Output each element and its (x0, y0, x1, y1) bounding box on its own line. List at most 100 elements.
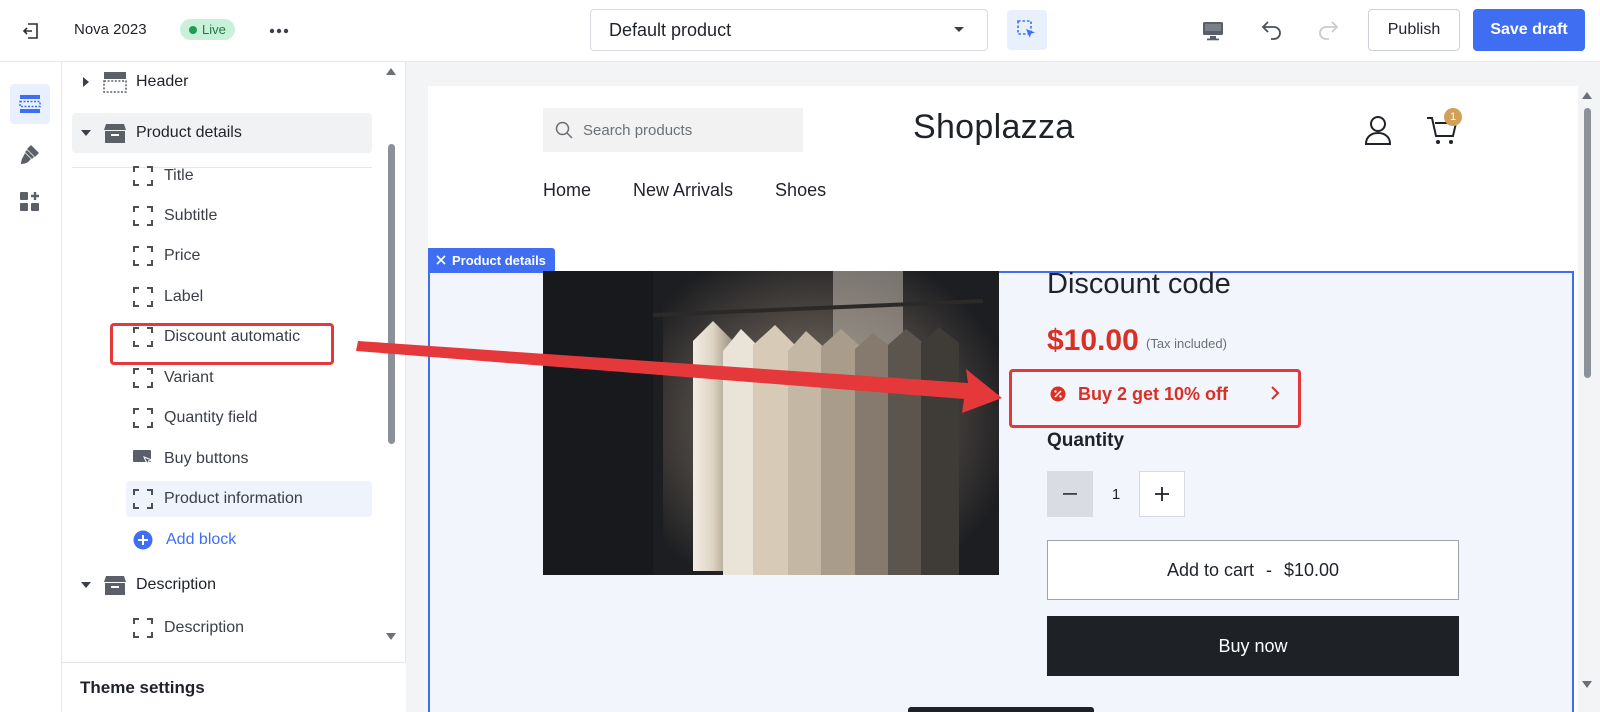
user-icon[interactable] (1363, 114, 1393, 146)
close-icon[interactable] (436, 255, 446, 265)
redo-icon (1316, 18, 1340, 42)
inspect-icon (1016, 19, 1038, 41)
block-icon (132, 245, 154, 267)
block-icon (132, 488, 154, 510)
block-icon (132, 617, 154, 639)
quantity-increase-button[interactable] (1139, 471, 1185, 517)
nav-item-home[interactable]: Home (543, 180, 591, 201)
template-select[interactable]: Default product (590, 9, 988, 51)
description-section-icon (102, 574, 128, 596)
more-icon (269, 28, 289, 34)
block-label: Buy buttons (164, 450, 249, 467)
section-description[interactable]: Description (72, 565, 372, 605)
scroll-up-icon[interactable] (384, 66, 398, 76)
section-header[interactable]: Header (72, 62, 372, 102)
sidebar-scroll-thumb[interactable] (388, 144, 395, 444)
add-to-cart-separator: - (1265, 559, 1272, 580)
scroll-down-icon[interactable] (384, 632, 398, 642)
search-input[interactable]: Search products (543, 108, 803, 152)
undo-button[interactable] (1257, 15, 1287, 45)
live-dot (189, 25, 197, 34)
sidebar-scrollbar[interactable] (384, 66, 398, 656)
block-label[interactable]: Label (126, 279, 372, 315)
add-block-label: Add block (166, 531, 237, 548)
save-draft-button[interactable]: Save draft (1473, 9, 1585, 51)
block-subtitle[interactable]: Subtitle (126, 198, 372, 234)
add-to-cart-price: $10.00 (1283, 559, 1340, 580)
rail-theme-button[interactable] (10, 134, 50, 174)
block-label: Subtitle (164, 207, 218, 224)
quantity-input[interactable]: 1 (1093, 471, 1139, 517)
undo-icon (1260, 18, 1284, 42)
block-icon (132, 367, 154, 389)
canvas-scroll-thumb[interactable] (1584, 108, 1591, 378)
main-nav: Home New Arrivals Shoes (543, 180, 826, 201)
canvas-scrollbar[interactable] (1580, 86, 1594, 712)
header-section-icon (102, 71, 128, 93)
block-description[interactable]: Description (126, 610, 372, 646)
plus-circle-icon (132, 529, 154, 551)
scroll-up-icon[interactable] (1580, 90, 1594, 100)
product-price: $10.00 (1047, 324, 1139, 357)
block-label: Title (164, 167, 194, 184)
exit-icon (21, 21, 41, 41)
add-to-cart-button[interactable]: Add to cart - $10.00 (1047, 540, 1459, 600)
block-price[interactable]: Price (126, 238, 372, 274)
block-buy-buttons[interactable]: Buy buttons (126, 441, 372, 477)
sections-icon (19, 94, 41, 114)
section-label: Product details (136, 124, 242, 141)
nav-item-shoes[interactable]: Shoes (775, 180, 826, 201)
add-block-button[interactable]: Add block (126, 522, 372, 558)
more-button[interactable] (266, 18, 292, 44)
redo-button[interactable] (1313, 15, 1343, 45)
inspect-button[interactable] (1007, 10, 1047, 50)
template-select-value: Default product (609, 19, 732, 40)
plus-icon (1155, 487, 1169, 501)
sections-sidebar: Header Product details Title Subtitle Pr… (62, 62, 406, 712)
cart-count-badge: 1 (1444, 108, 1462, 126)
chevron-down-icon[interactable] (76, 129, 96, 137)
block-quantity-field[interactable]: Quantity field (126, 400, 372, 436)
buy-buttons-icon (132, 448, 154, 470)
chevron-down-icon[interactable] (76, 581, 96, 589)
minus-icon (1063, 493, 1077, 495)
theme-settings-bar[interactable]: Theme settings (62, 662, 406, 712)
status-badge-label: Live (202, 22, 226, 37)
store-name: Nova 2023 (74, 21, 147, 38)
block-icon (132, 407, 154, 429)
publish-button[interactable]: Publish (1368, 9, 1460, 51)
section-product-details[interactable]: Product details (72, 113, 372, 153)
section-label: Description (136, 576, 217, 593)
status-badge: Live (180, 19, 235, 40)
block-product-information[interactable]: Product information (126, 481, 372, 517)
block-label-text: Label (164, 288, 204, 305)
device-preview-button[interactable] (1198, 16, 1228, 46)
exit-button[interactable] (18, 18, 44, 44)
buy-now-button[interactable]: Buy now (1047, 616, 1459, 676)
block-label: Description (164, 619, 245, 636)
tax-note: (Tax included) (1146, 336, 1227, 351)
block-icon (132, 205, 154, 227)
product-section-icon (102, 122, 128, 144)
block-variant[interactable]: Variant (126, 360, 372, 396)
rail-sections-button[interactable] (10, 84, 50, 124)
section-label: Header (136, 73, 189, 90)
nav-item-new-arrivals[interactable]: New Arrivals (633, 180, 733, 201)
search-icon (555, 121, 573, 139)
desktop-icon (1202, 21, 1224, 41)
block-title[interactable]: Title (126, 158, 372, 194)
store-brand[interactable]: Shoplazza (913, 108, 1093, 147)
section-tag[interactable]: Product details (428, 248, 555, 272)
quantity-label: Quantity (1047, 430, 1125, 451)
block-icon (132, 165, 154, 187)
chevron-right-icon[interactable] (76, 77, 96, 87)
bottom-handle (908, 707, 1094, 712)
block-label: Variant (164, 369, 214, 386)
scroll-down-icon[interactable] (1580, 680, 1594, 690)
rail-apps-button[interactable] (10, 182, 50, 222)
block-label: Product information (164, 490, 303, 507)
block-icon (132, 286, 154, 308)
quantity-decrease-button[interactable] (1047, 471, 1093, 517)
product-image[interactable] (543, 271, 999, 575)
add-to-cart-label: Add to cart (1166, 559, 1254, 580)
